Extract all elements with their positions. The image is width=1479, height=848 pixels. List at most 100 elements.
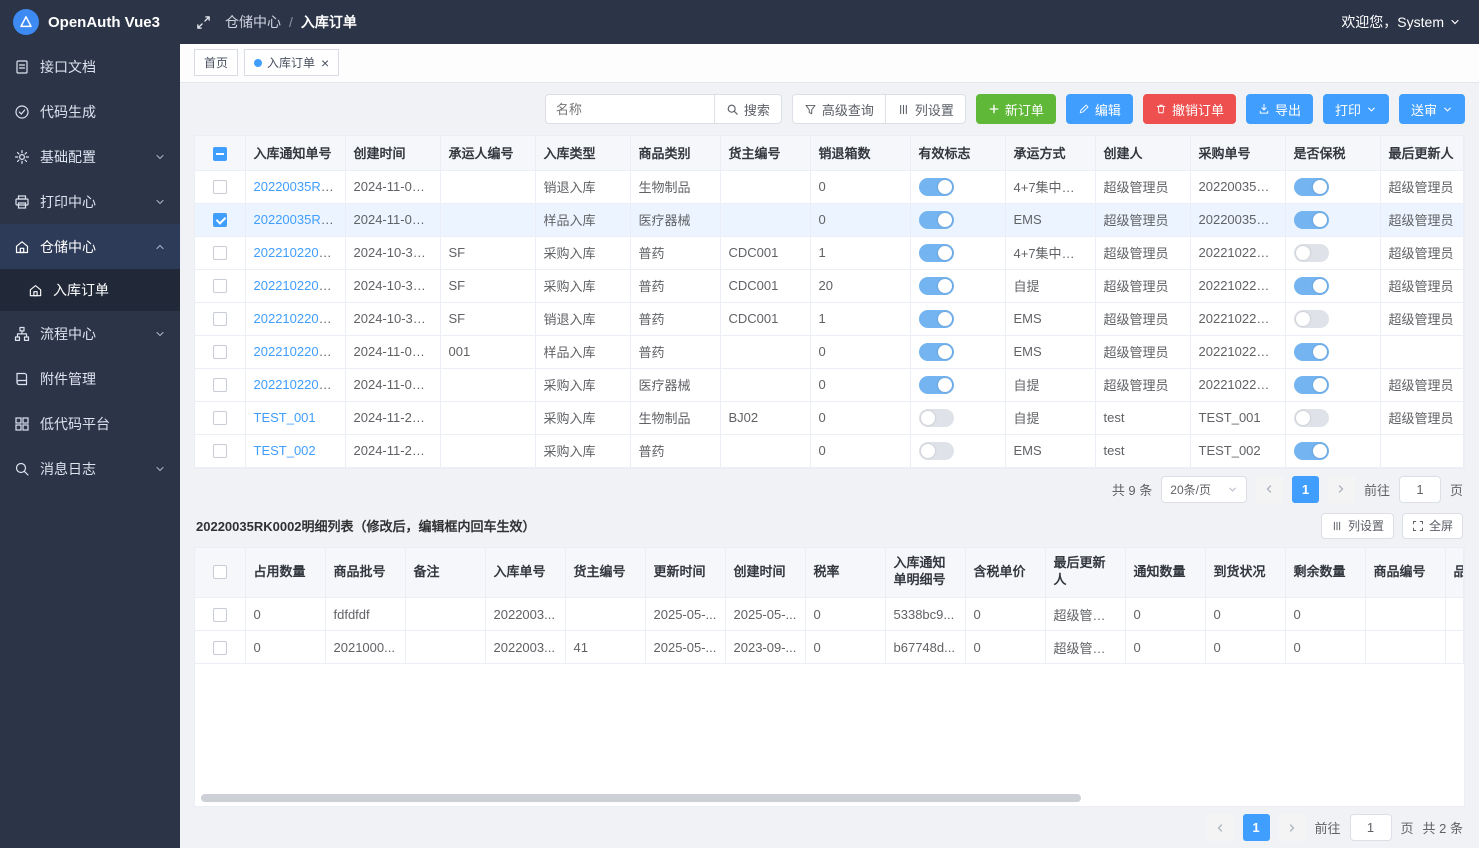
notice-no-link[interactable]: 20220035RK...	[254, 212, 341, 227]
row-checkbox[interactable]	[213, 312, 227, 326]
prev-page-button[interactable]	[1256, 476, 1283, 503]
detail-prev-page-button[interactable]	[1207, 814, 1234, 841]
new-order-button[interactable]: 新订单	[976, 94, 1056, 124]
detail-next-page-button[interactable]	[1279, 814, 1306, 841]
valid-flag-switch[interactable]	[919, 244, 954, 262]
detail-column-header[interactable]: 含税单价	[965, 548, 1045, 598]
collapse-sidebar-icon[interactable]	[196, 15, 211, 30]
detail-column-header[interactable]: 更新时间	[645, 548, 725, 598]
export-button[interactable]: 导出	[1246, 94, 1313, 124]
page-number-button[interactable]: 1	[1292, 476, 1319, 503]
bonded-switch[interactable]	[1294, 409, 1329, 427]
sidebar-item-base-config[interactable]: 基础配置	[0, 134, 180, 179]
notice-no-link[interactable]: 2022102203R...	[254, 377, 346, 392]
bonded-switch[interactable]	[1294, 343, 1329, 361]
page-size-select[interactable]: 20条/页	[1161, 476, 1247, 503]
detail-column-header[interactable]: 占用数量	[245, 548, 325, 598]
tab-home[interactable]: 首页	[194, 49, 238, 76]
valid-flag-switch[interactable]	[919, 376, 954, 394]
notice-no-link[interactable]: 2022102203R...	[254, 311, 346, 326]
column-header[interactable]: 有效标志	[910, 136, 1005, 170]
row-checkbox[interactable]	[213, 411, 227, 425]
column-header[interactable]: 采购单号	[1190, 136, 1285, 170]
column-header[interactable]: 创建人	[1095, 136, 1190, 170]
sidebar-item-message-log[interactable]: 消息日志	[0, 446, 180, 491]
bonded-switch[interactable]	[1294, 211, 1329, 229]
valid-flag-switch[interactable]	[919, 310, 954, 328]
detail-goto-page-input[interactable]	[1350, 814, 1392, 841]
valid-flag-switch[interactable]	[919, 442, 954, 460]
bonded-switch[interactable]	[1294, 376, 1329, 394]
detail-column-header[interactable]: 商品编号	[1365, 548, 1445, 598]
notice-no-link[interactable]: 2022102203R...	[254, 278, 346, 293]
bonded-switch[interactable]	[1294, 442, 1329, 460]
column-header[interactable]: 是否保税	[1285, 136, 1380, 170]
breadcrumb-parent[interactable]: 仓储中心	[225, 12, 281, 32]
detail-column-header[interactable]: 入库单号	[485, 548, 565, 598]
detail-column-header[interactable]: 入库通知单明细号	[885, 548, 965, 598]
print-dropdown-button[interactable]: 打印	[1323, 94, 1389, 124]
column-header[interactable]: 商品类别	[630, 136, 720, 170]
edit-button[interactable]: 编辑	[1066, 94, 1133, 124]
valid-flag-switch[interactable]	[919, 211, 954, 229]
order-row[interactable]: 2022102203R... 2024-10-31 ... SF 采购入库 普药…	[195, 269, 1464, 302]
column-header[interactable]: 承运人编号	[440, 136, 535, 170]
order-row[interactable]: 20220035RK... 2024-11-06 ... 样品入库 医疗器械 0…	[195, 203, 1464, 236]
column-header[interactable]: 货主编号	[720, 136, 810, 170]
submit-approval-dropdown-button[interactable]: 送审	[1399, 94, 1465, 124]
search-button[interactable]: 搜索	[714, 94, 782, 124]
sidebar-item-warehouse-center[interactable]: 仓储中心	[0, 224, 180, 269]
row-checkbox[interactable]	[213, 444, 227, 458]
order-row[interactable]: 2022102203R... 2024-11-07 ... 采购入库 医疗器械 …	[195, 368, 1464, 401]
order-row[interactable]: 2022102203R... 2024-11-07 ... 001 样品入库 普…	[195, 335, 1464, 368]
notice-no-link[interactable]: 20220035RK...	[254, 179, 341, 194]
column-header[interactable]: 创建时间	[345, 136, 440, 170]
detail-column-header[interactable]: 品	[1445, 548, 1464, 598]
order-row[interactable]: 2022102203R... 2024-10-31 ... SF 销退入库 普药…	[195, 302, 1464, 335]
bonded-switch[interactable]	[1294, 244, 1329, 262]
sidebar-item-process-center[interactable]: 流程中心	[0, 311, 180, 356]
valid-flag-switch[interactable]	[919, 277, 954, 295]
row-checkbox[interactable]	[213, 246, 227, 260]
row-checkbox[interactable]	[213, 213, 227, 227]
select-all-checkbox[interactable]	[213, 147, 227, 161]
order-row[interactable]: TEST_002 2024-11-23 ... 采购入库 普药 0 EMS te…	[195, 434, 1464, 467]
valid-flag-switch[interactable]	[919, 343, 954, 361]
user-menu[interactable]: 欢迎您，System	[1341, 12, 1461, 32]
column-header[interactable]: 销退箱数	[810, 136, 910, 170]
notice-no-link[interactable]: TEST_001	[254, 410, 316, 425]
row-checkbox[interactable]	[213, 345, 227, 359]
order-row[interactable]: 2022102203R... 2024-10-31 ... SF 采购入库 普药…	[195, 236, 1464, 269]
column-header[interactable]: 承运方式	[1005, 136, 1095, 170]
valid-flag-switch[interactable]	[919, 409, 954, 427]
detail-row[interactable]: 0 2021000... 2022003... 41 2025-05-... 2…	[195, 631, 1464, 664]
detail-column-header[interactable]: 到货状况	[1205, 548, 1285, 598]
detail-select-all-checkbox[interactable]	[213, 565, 227, 579]
row-checkbox[interactable]	[213, 279, 227, 293]
detail-column-header[interactable]: 创建时间	[725, 548, 805, 598]
detail-column-header[interactable]: 税率	[805, 548, 885, 598]
order-row[interactable]: TEST_001 2024-11-23 ... 采购入库 生物制品 BJ02 0…	[195, 401, 1464, 434]
close-tab-icon[interactable]: ×	[321, 56, 329, 70]
detail-column-header[interactable]: 商品批号	[325, 548, 405, 598]
next-page-button[interactable]	[1328, 476, 1355, 503]
detail-page-number-button[interactable]: 1	[1243, 814, 1270, 841]
fullscreen-button[interactable]: 全屏	[1402, 513, 1463, 539]
advanced-query-button[interactable]: 高级查询	[792, 94, 886, 124]
goto-page-input[interactable]	[1399, 476, 1441, 503]
cancel-order-button[interactable]: 撤销订单	[1143, 94, 1236, 124]
tab-inbound-orders[interactable]: 入库订单 ×	[244, 49, 339, 76]
detail-column-header[interactable]: 通知数量	[1125, 548, 1205, 598]
bonded-switch[interactable]	[1294, 310, 1329, 328]
column-header[interactable]: 入库类型	[535, 136, 630, 170]
column-settings-button[interactable]: 列设置	[885, 94, 966, 124]
row-checkbox[interactable]	[213, 180, 227, 194]
scrollbar-thumb[interactable]	[201, 794, 1081, 802]
column-header[interactable]: 入库通知单号	[245, 136, 345, 170]
order-row[interactable]: 20220035RK... 2024-11-06 ... 销退入库 生物制品 0…	[195, 170, 1464, 203]
sidebar-item-code-gen[interactable]: 代码生成	[0, 89, 180, 134]
notice-no-link[interactable]: 2022102203R...	[254, 245, 346, 260]
notice-no-link[interactable]: TEST_002	[254, 443, 316, 458]
bonded-switch[interactable]	[1294, 178, 1329, 196]
bonded-switch[interactable]	[1294, 277, 1329, 295]
